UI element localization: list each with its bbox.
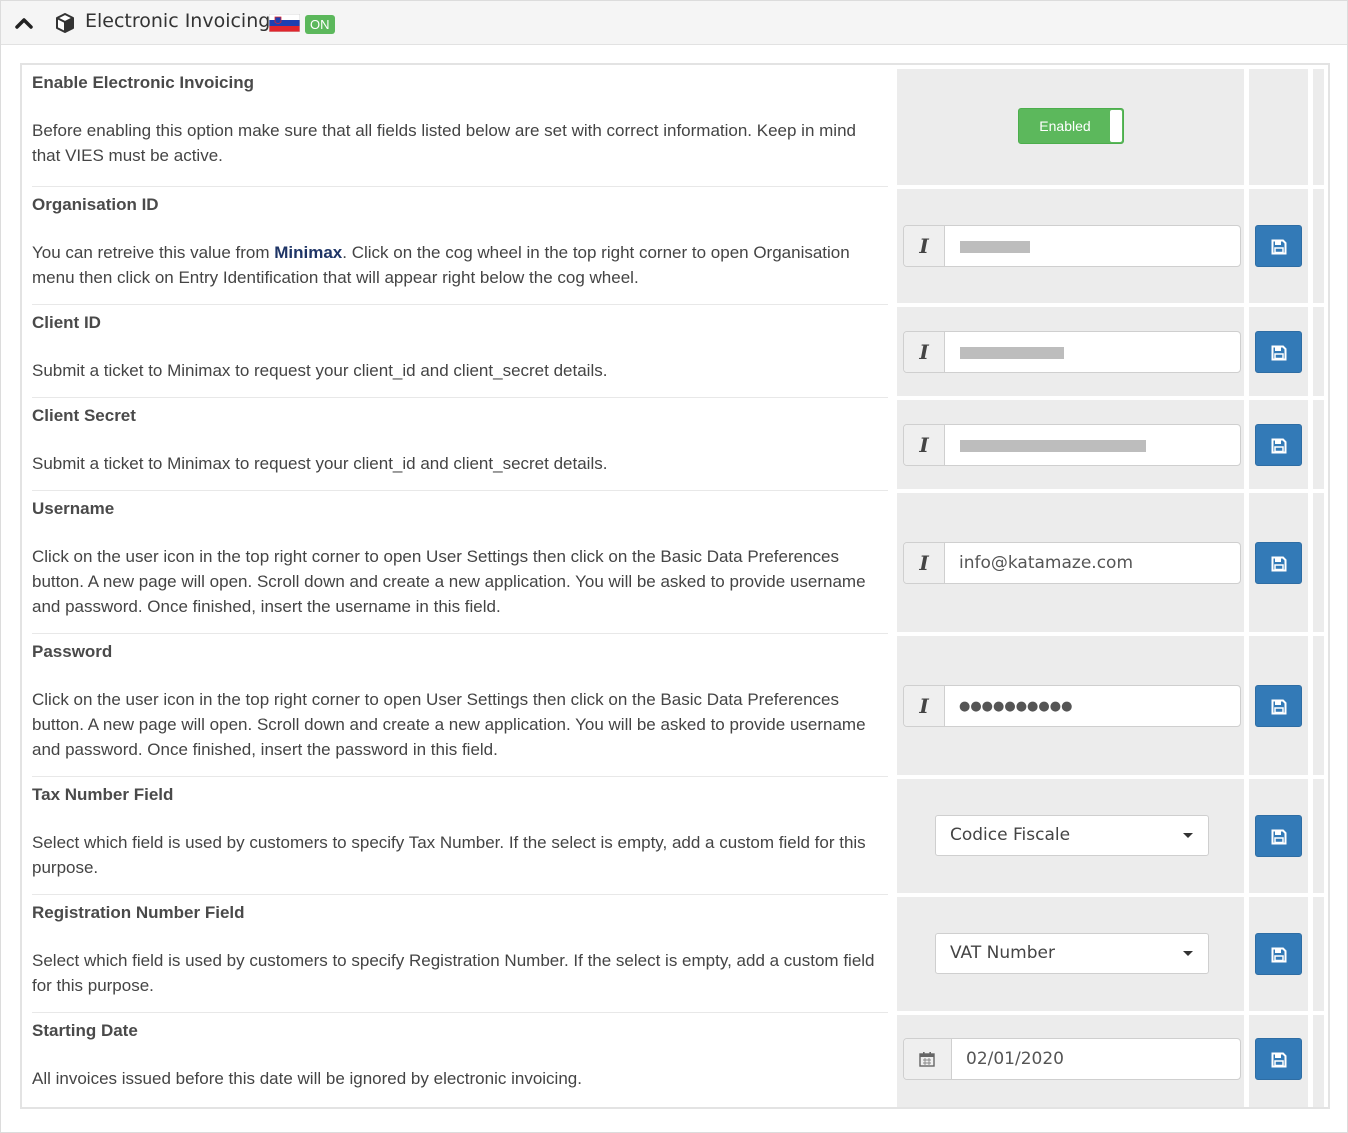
panel-header[interactable]: Electronic Invoicing ON (1, 1, 1347, 45)
floppy-disk-icon (1271, 699, 1287, 715)
cube-icon (56, 13, 74, 33)
floppy-disk-icon (1271, 947, 1287, 963)
floppy-disk-icon (1271, 1052, 1287, 1068)
organisation-id-field[interactable]: I (903, 225, 1241, 267)
status-badge: ON (305, 15, 335, 34)
setting-description: Before enabling this option make sure th… (32, 121, 856, 165)
starting-date-field[interactable] (903, 1038, 1241, 1080)
setting-label: Registration Number Field (32, 903, 245, 922)
setting-description: Click on the user icon in the top right … (32, 547, 866, 616)
password-input[interactable] (945, 686, 1237, 726)
save-tax-number-button[interactable] (1255, 815, 1302, 857)
setting-row-registration-number: Registration Number Field Select which f… (22, 895, 1328, 1013)
username-input[interactable] (945, 543, 1237, 583)
text-cursor-icon: I (904, 226, 945, 266)
setting-description: You can retreive this value from Minimax… (32, 243, 850, 287)
setting-description: Click on the user icon in the top right … (32, 690, 866, 759)
floppy-disk-icon (1271, 345, 1287, 361)
setting-description: Select which field is used by customers … (32, 951, 875, 995)
setting-row-enable: Enable Electronic Invoicing Before enabl… (22, 65, 1328, 187)
registration-number-select[interactable]: VAT Number (935, 933, 1209, 974)
setting-label: Username (32, 499, 115, 518)
setting-label: Starting Date (32, 1021, 138, 1040)
settings-table: Enable Electronic Invoicing Before enabl… (20, 63, 1330, 1109)
electronic-invoicing-panel: Electronic Invoicing ON Enable Electroni… (0, 0, 1348, 1133)
save-client-id-button[interactable] (1255, 331, 1302, 373)
setting-row-username: Username Click on the user icon in the t… (22, 491, 1328, 634)
toggle-knob (1110, 110, 1122, 142)
setting-row-tax-number: Tax Number Field Select which field is u… (22, 777, 1328, 895)
starting-date-input[interactable] (952, 1039, 1237, 1079)
setting-label: Client Secret (32, 406, 136, 425)
setting-description: All invoices issued before this date wil… (32, 1069, 582, 1088)
setting-label: Tax Number Field (32, 785, 174, 804)
setting-description: Submit a ticket to Minimax to request yo… (32, 361, 608, 380)
save-username-button[interactable] (1255, 542, 1302, 584)
tax-number-select[interactable]: Codice Fiscale (935, 815, 1209, 856)
save-registration-number-button[interactable] (1255, 933, 1302, 975)
selected-value: Codice Fiscale (950, 825, 1071, 845)
setting-row-password: Password Click on the user icon in the t… (22, 634, 1328, 777)
client-secret-field[interactable]: I (903, 424, 1241, 466)
caret-down-icon (1183, 951, 1193, 956)
setting-label: Password (32, 642, 113, 661)
chevron-up-icon[interactable] (13, 12, 35, 34)
save-client-secret-button[interactable] (1255, 424, 1302, 466)
save-password-button[interactable] (1255, 685, 1302, 727)
floppy-disk-icon (1271, 239, 1287, 255)
setting-label: Client ID (32, 313, 101, 332)
caret-down-icon (1183, 833, 1193, 838)
password-field[interactable]: I (903, 685, 1241, 727)
floppy-disk-icon (1271, 438, 1287, 454)
client-id-field[interactable]: I (903, 331, 1241, 373)
redacted-value (960, 440, 1146, 452)
redacted-value (960, 347, 1064, 359)
setting-row-organisation-id: Organisation ID You can retreive this va… (22, 187, 1328, 305)
toggle-label: Enabled (1039, 118, 1091, 134)
redacted-value (960, 241, 1030, 253)
enable-toggle[interactable]: Enabled (1018, 108, 1124, 144)
floppy-disk-icon (1271, 556, 1287, 572)
username-field[interactable]: I (903, 542, 1241, 584)
setting-label: Enable Electronic Invoicing (32, 73, 254, 92)
floppy-disk-icon (1271, 829, 1287, 845)
setting-description: Submit a ticket to Minimax to request yo… (32, 454, 608, 473)
setting-row-starting-date: Starting Date All invoices issued before… (22, 1013, 1328, 1107)
text-cursor-icon: I (904, 332, 945, 372)
calendar-icon (904, 1039, 952, 1079)
setting-label: Organisation ID (32, 195, 159, 214)
setting-row-client-id: Client ID Submit a ticket to Minimax to … (22, 305, 1328, 398)
text-cursor-icon: I (904, 425, 945, 465)
selected-value: VAT Number (950, 943, 1055, 963)
minimax-link-text: Minimax (274, 243, 343, 262)
text-cursor-icon: I (904, 543, 945, 583)
save-starting-date-button[interactable] (1255, 1038, 1302, 1080)
text-cursor-icon: I (904, 686, 945, 726)
setting-row-client-secret: Client Secret Submit a ticket to Minimax… (22, 398, 1328, 491)
setting-description: Select which field is used by customers … (32, 833, 866, 877)
slovenia-flag-icon (269, 14, 300, 32)
save-organisation-id-button[interactable] (1255, 225, 1302, 267)
panel-title: Electronic Invoicing (85, 10, 271, 32)
